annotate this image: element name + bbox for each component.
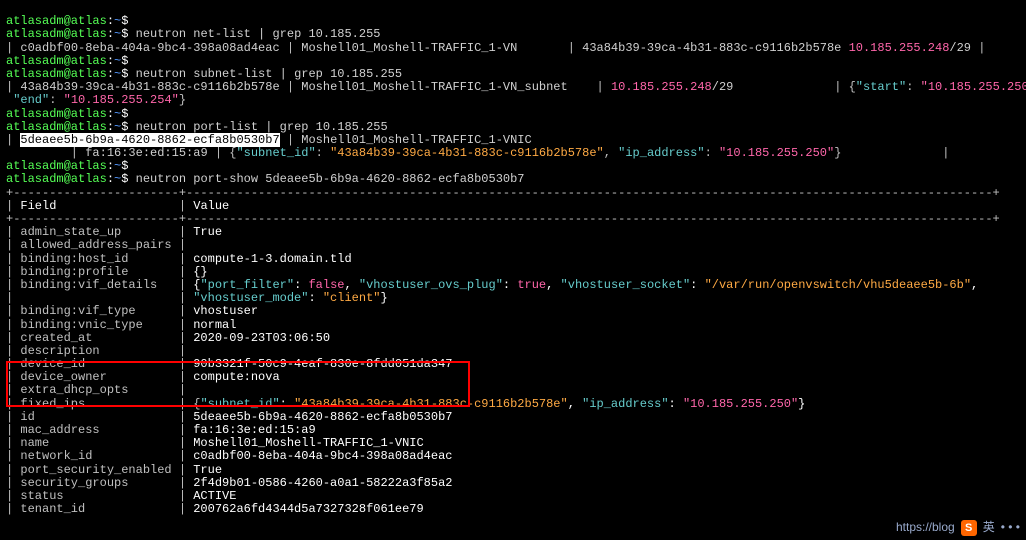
watermark-url: https://blog: [896, 521, 955, 534]
device-owner: compute:nova: [193, 370, 279, 384]
device-id: 90b3321f-50c9-4eaf-830e-8fdd051da347: [193, 357, 452, 371]
col-value: Value: [193, 199, 229, 213]
selected-port-id[interactable]: 5deaee5b-6b9a-4620-8862-ecfa8b0530b7: [20, 133, 279, 147]
prompt-user: atlasadm@atlas: [6, 14, 107, 28]
cmd-portlist: neutron port-list | grep 10.185.255: [136, 120, 388, 134]
cmd-subnetlist: neutron subnet-list | grep 10.185.255: [136, 67, 402, 81]
terminal-output[interactable]: atlasadm@atlas:~$ atlasadm@atlas:~$ neut…: [0, 0, 1026, 518]
ime-badge-icon: S: [961, 520, 977, 536]
col-field: Field: [20, 199, 56, 213]
overlay-dots: • • •: [1001, 521, 1020, 534]
cmd-portshow: neutron port-show 5deaee5b-6b9a-4620-886…: [136, 172, 525, 186]
ime-lang: 英: [983, 521, 995, 534]
watermark-overlay: https://blog S 英 • • •: [896, 520, 1020, 536]
cmd-netlist: neutron net-list | grep 10.185.255: [136, 27, 381, 41]
